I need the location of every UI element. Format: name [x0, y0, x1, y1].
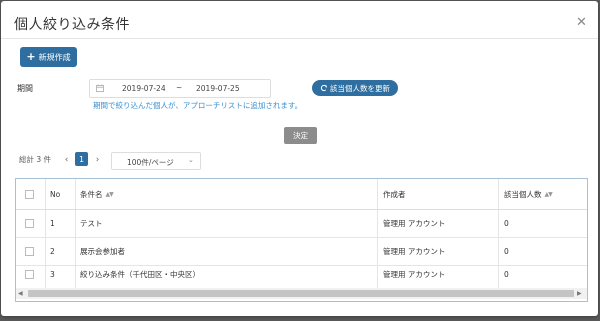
update-count-button[interactable]: 該当個人数を更新 — [312, 80, 398, 96]
plus-icon: + — [26, 50, 36, 63]
start-date: 2019-07-24 — [122, 84, 166, 93]
row-checkbox[interactable] — [25, 261, 34, 288]
total-count: 総計 3 件 — [19, 155, 52, 164]
refresh-icon — [320, 84, 327, 92]
row-creator: 管理用 アカウント — [383, 270, 446, 279]
per-page-select[interactable]: 100件/ページ ⌄ — [111, 152, 201, 170]
select-all-checkbox[interactable] — [25, 179, 34, 209]
sort-icon[interactable]: ▲▼ — [545, 191, 553, 198]
scroll-left-icon[interactable]: ◀ — [18, 290, 23, 297]
row-count: 0 — [504, 270, 509, 279]
new-button-label: 新規作成 — [38, 52, 71, 62]
header-name-label: 条件名 — [80, 189, 103, 199]
prev-page-button[interactable]: ‹ — [60, 153, 73, 166]
dialog: 個人絞り込み条件 ✕ + 新規作成 期間 2019-07-24 ~ 2019-0… — [1, 1, 598, 316]
table-row[interactable]: 3 絞り込み条件（千代田区・中央区） 管理用 アカウント 0 — [16, 261, 587, 289]
header-divider — [1, 38, 598, 39]
calendar-icon — [96, 84, 104, 92]
current-page[interactable]: 1 — [75, 152, 88, 166]
horizontal-scrollbar[interactable]: ◀ ▶ — [16, 288, 587, 299]
row-checkbox[interactable] — [25, 210, 34, 237]
close-icon[interactable]: ✕ — [576, 16, 587, 29]
end-date: 2019-07-25 — [196, 84, 240, 93]
new-button[interactable]: + 新規作成 — [20, 47, 77, 67]
header-name[interactable]: 条件名 ▲▼ — [80, 179, 114, 209]
period-label: 期間 — [17, 84, 33, 93]
date-separator: ~ — [176, 83, 183, 92]
row-name: テスト — [80, 219, 103, 228]
chevron-down-icon: ⌄ — [188, 156, 194, 164]
header-no: No — [50, 189, 61, 199]
header-creator: 作成者 — [383, 189, 406, 199]
conditions-table: No 条件名 ▲▼ 作成者 該当個人数 ▲▼ 1 テスト 管理用 アカウント 0 — [15, 178, 588, 302]
date-range-input[interactable]: 2019-07-24 ~ 2019-07-25 — [89, 79, 271, 98]
next-page-button[interactable]: › — [91, 153, 104, 166]
update-count-label: 該当個人数を更新 — [330, 83, 390, 93]
row-name: 絞り込み条件（千代田区・中央区） — [80, 270, 200, 279]
decide-button[interactable]: 決定 — [284, 127, 317, 144]
dialog-title: 個人絞り込み条件 — [14, 17, 130, 33]
period-note: 期間で絞り込んだ個人が、アプローチリストに追加されます。 — [93, 101, 303, 110]
sort-icon[interactable]: ▲▼ — [106, 191, 114, 198]
row-creator: 管理用 アカウント — [383, 219, 446, 228]
row-no: 1 — [50, 219, 55, 228]
per-page-value: 100件/ページ — [127, 158, 174, 167]
table-row[interactable]: 1 テスト 管理用 アカウント 0 — [16, 210, 587, 238]
header-count-label: 該当個人数 — [504, 189, 542, 199]
scroll-right-icon[interactable]: ▶ — [577, 290, 582, 297]
table-header: No 条件名 ▲▼ 作成者 該当個人数 ▲▼ — [16, 179, 587, 210]
scrollbar-thumb[interactable] — [28, 290, 574, 297]
row-no: 3 — [50, 270, 55, 279]
row-count: 0 — [504, 219, 509, 228]
header-count[interactable]: 該当個人数 ▲▼ — [504, 179, 553, 209]
